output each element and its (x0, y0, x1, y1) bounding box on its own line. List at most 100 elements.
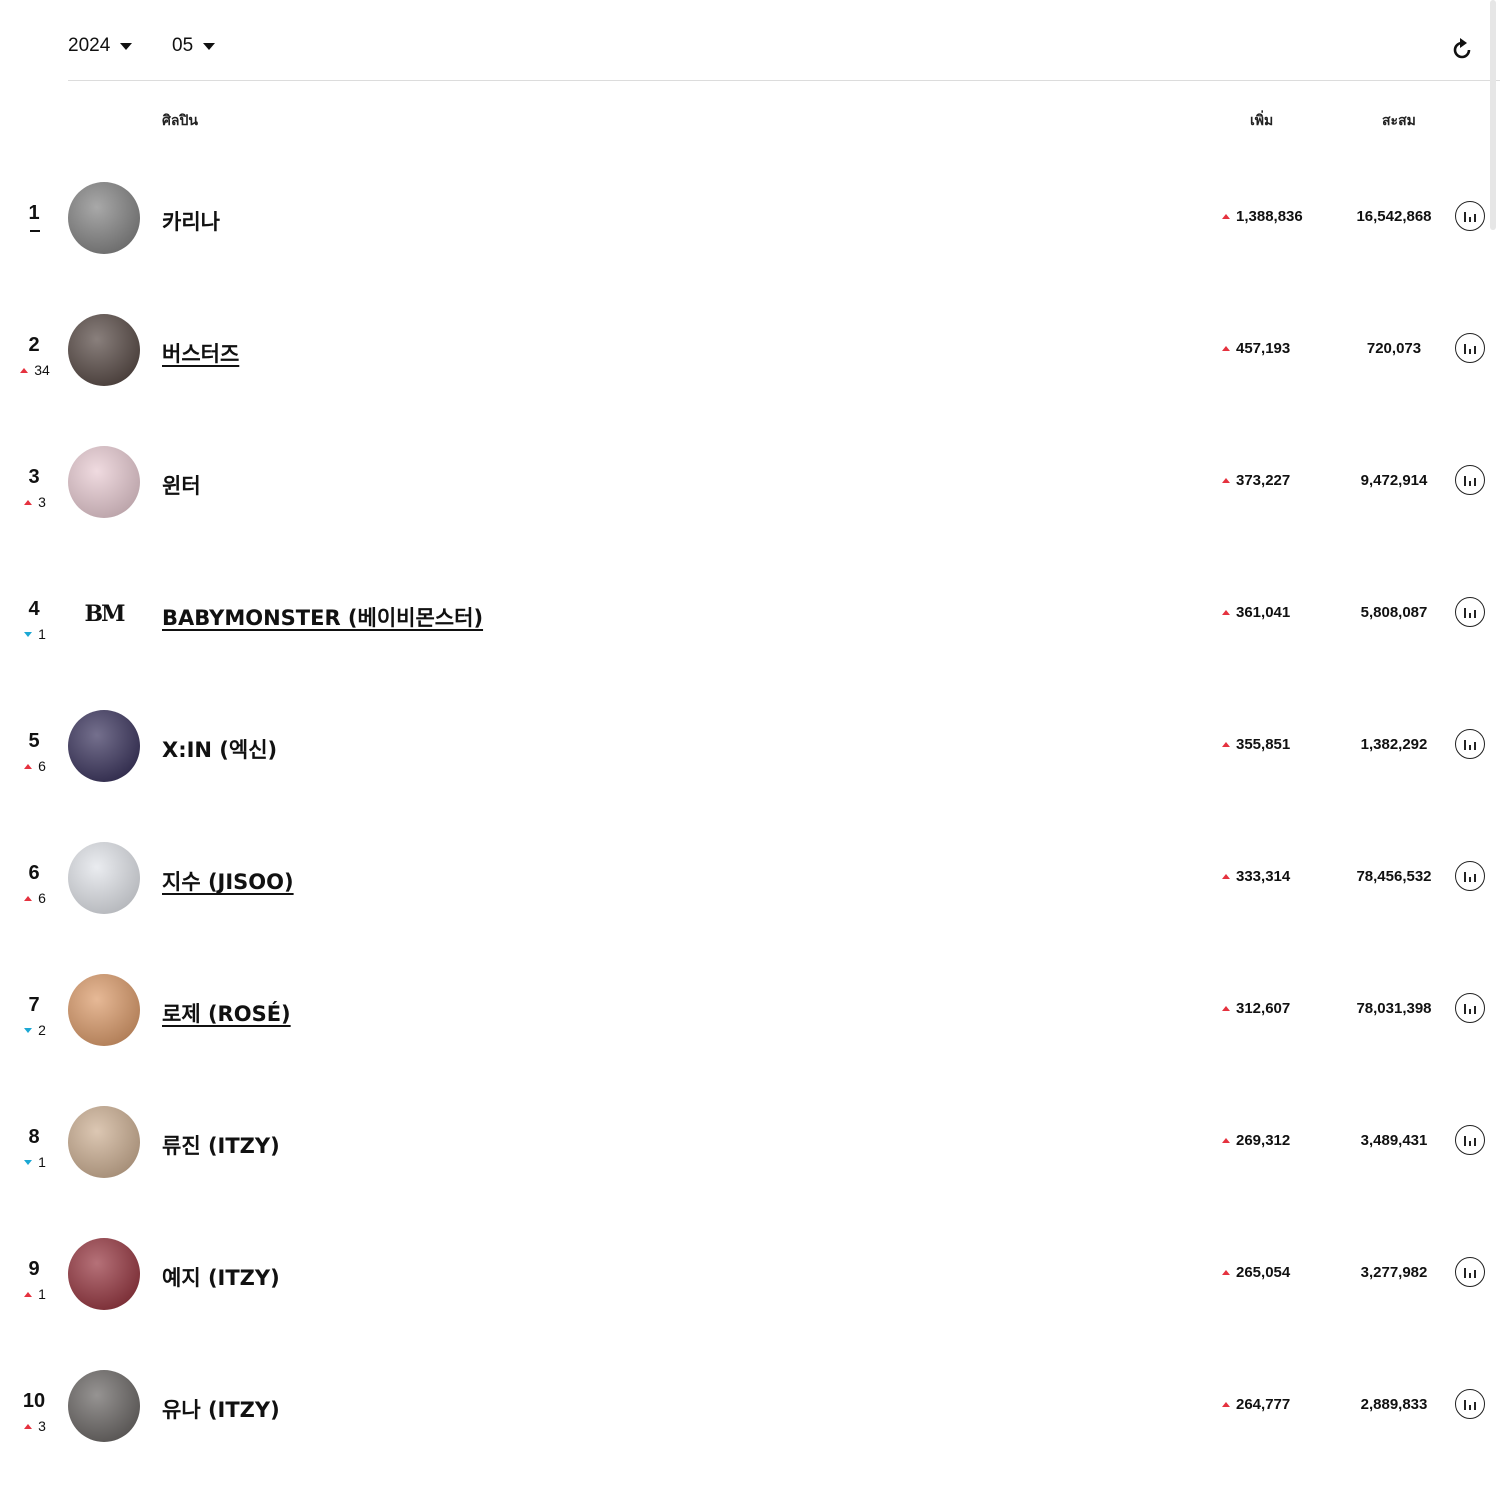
rank-number: 5 (28, 730, 40, 752)
rank-change: 1 (10, 626, 60, 642)
table-row: 4 1 BM BABYMONSTER (베이비몬스터) 361,041 5,808,087 (0, 578, 1500, 710)
rank-number: 9 (28, 1258, 40, 1280)
rank-number: 7 (28, 994, 40, 1016)
rank-change-value: 1 (38, 626, 46, 642)
artist-name: X:IN (엑신) (162, 738, 278, 762)
increase-value: 355,851 (1222, 736, 1290, 753)
artist-name: 예지 (ITZY) (162, 1266, 280, 1290)
filter-bar: 2024 05 (68, 0, 1500, 81)
table-row: 6 6 지수 (JISOO) 333,314 78,456,532 (0, 842, 1500, 974)
rank-change: 1 (10, 1154, 60, 1170)
rank-change (10, 230, 60, 232)
table-row: 1 카리나 1,388,836 16,542,868 (0, 182, 1500, 314)
rank-change-value: 6 (38, 758, 46, 774)
artist-name[interactable]: 지수 (JISOO) (162, 866, 294, 896)
increase-number: 457,193 (1236, 340, 1291, 357)
total-value: 3,277,982 (1360, 1264, 1428, 1281)
rank-down-icon (24, 631, 33, 637)
rank-number: 8 (28, 1126, 40, 1148)
bar-chart-icon[interactable] (1455, 201, 1485, 231)
table-row: 9 1 예지 (ITZY) 265,054 3,277,982 (0, 1238, 1500, 1370)
rank-up-icon (24, 895, 33, 901)
table-row: 3 3 윈터 373,227 9,472,914 (0, 446, 1500, 578)
increase-value: 457,193 (1222, 340, 1290, 357)
rank-up-icon (24, 1423, 33, 1429)
increase-value: 264,777 (1222, 1396, 1290, 1413)
total-value: 3,489,431 (1360, 1132, 1428, 1149)
rank-up-icon (24, 499, 33, 505)
increase-arrow-icon (1222, 1270, 1230, 1275)
rank-up-icon (20, 367, 29, 373)
artist-name: 윈터 (162, 474, 201, 498)
table-row: 10 3 유나 (ITZY) 264,777 2,889,833 (0, 1370, 1500, 1502)
bar-chart-icon[interactable] (1455, 1389, 1485, 1419)
rank-up-icon (24, 1291, 33, 1297)
year-dropdown[interactable]: 2024 (68, 30, 133, 62)
rank-change-value: 3 (38, 1418, 46, 1434)
increase-value: 265,054 (1222, 1264, 1290, 1281)
rank-change: 3 (10, 494, 60, 510)
increase-arrow-icon (1222, 214, 1230, 219)
artist-name[interactable]: 버스터즈 (162, 338, 239, 368)
year-value: 2024 (68, 35, 111, 56)
no-change-icon (30, 230, 40, 232)
increase-value: 373,227 (1222, 472, 1290, 489)
bar-chart-icon[interactable] (1455, 993, 1485, 1023)
artist-name: 류진 (ITZY) (162, 1134, 280, 1158)
rank-number: 4 (28, 598, 40, 620)
total-value: 16,542,868 (1356, 208, 1432, 225)
increase-number: 265,054 (1236, 1264, 1291, 1281)
rank-number: 1 (28, 202, 40, 224)
increase-value: 333,314 (1222, 868, 1290, 885)
bar-chart-icon[interactable] (1455, 1257, 1485, 1287)
increase-number: 355,851 (1236, 736, 1291, 753)
table-row: 7 2 로제 (ROSÉ) 312,607 78,031,398 (0, 974, 1500, 1106)
column-header-total: สะสม (1382, 113, 1416, 129)
increase-value: 269,312 (1222, 1132, 1290, 1149)
artist-avatar (68, 182, 140, 254)
artist-name[interactable]: BABYMONSTER (베이비몬스터) (162, 602, 483, 632)
total-value: 2,889,833 (1360, 1396, 1428, 1413)
increase-arrow-icon (1222, 478, 1230, 483)
rank-change-value: 3 (38, 494, 46, 510)
rank-change: 34 (10, 362, 60, 378)
rank-number: 2 (28, 334, 40, 356)
rank-change-value: 1 (38, 1286, 46, 1302)
bar-chart-icon[interactable] (1455, 333, 1485, 363)
rank-up-icon (24, 763, 33, 769)
increase-arrow-icon (1222, 1402, 1230, 1407)
increase-arrow-icon (1222, 874, 1230, 879)
increase-arrow-icon (1222, 610, 1230, 615)
bar-chart-icon[interactable] (1455, 465, 1485, 495)
rank-change: 2 (10, 1022, 60, 1038)
total-value: 78,031,398 (1356, 1000, 1432, 1017)
bar-chart-icon[interactable] (1455, 729, 1485, 759)
increase-value: 1,388,836 (1222, 208, 1303, 225)
artist-avatar (68, 1238, 140, 1310)
table-row: 8 1 류진 (ITZY) 269,312 3,489,431 (0, 1106, 1500, 1238)
rank-change-value: 34 (34, 362, 50, 378)
column-header-artist: ศิลปิน (162, 113, 198, 129)
increase-arrow-icon (1222, 742, 1230, 747)
refresh-icon[interactable] (1448, 36, 1476, 64)
artist-name[interactable]: 로제 (ROSÉ) (162, 998, 291, 1028)
increase-value: 361,041 (1222, 604, 1290, 621)
artist-avatar (68, 710, 140, 782)
month-dropdown[interactable]: 05 (172, 30, 216, 62)
table-row: 2 34 버스터즈 457,193 720,073 (0, 314, 1500, 446)
column-header-increase: เพิ่ม (1250, 113, 1274, 129)
increase-arrow-icon (1222, 1138, 1230, 1143)
rank-change: 6 (10, 890, 60, 906)
rank-change: 3 (10, 1418, 60, 1434)
artist-name: 카리나 (162, 210, 220, 234)
chevron-down-icon (203, 43, 216, 50)
increase-number: 269,312 (1236, 1132, 1291, 1149)
bar-chart-icon[interactable] (1455, 1125, 1485, 1155)
rank-down-icon (24, 1027, 33, 1033)
rank-change-value: 1 (38, 1154, 46, 1170)
bar-chart-icon[interactable] (1455, 597, 1485, 627)
rank-number: 6 (28, 862, 40, 884)
increase-number: 264,777 (1236, 1396, 1291, 1413)
bar-chart-icon[interactable] (1455, 861, 1485, 891)
increase-number: 333,314 (1236, 868, 1291, 885)
